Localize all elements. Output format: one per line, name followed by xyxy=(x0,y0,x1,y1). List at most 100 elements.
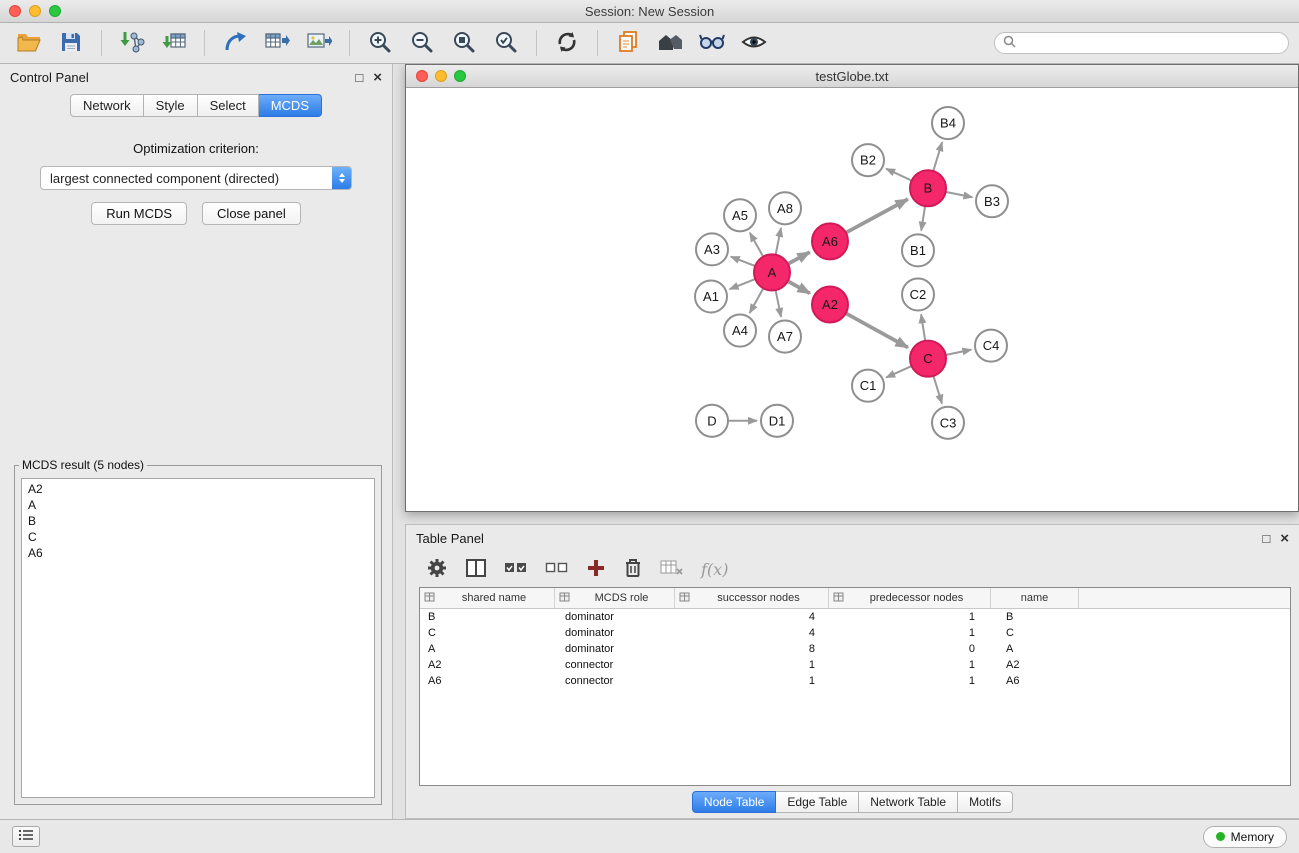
table-cell[interactable]: A xyxy=(420,643,555,655)
table-row[interactable]: A6connector11A6 xyxy=(420,673,1290,689)
result-item[interactable]: C xyxy=(28,529,368,545)
task-history-button[interactable] xyxy=(12,826,40,847)
close-table-panel-icon[interactable]: × xyxy=(1280,532,1289,545)
minimize-window-button[interactable] xyxy=(29,5,41,17)
column-header-shared-name[interactable]: shared name xyxy=(420,588,555,608)
node-A5[interactable]: A5 xyxy=(724,199,756,231)
close-window-button[interactable] xyxy=(9,5,21,17)
table-cell[interactable]: 4 xyxy=(675,611,829,623)
optimization-criterion-dropdown[interactable]: largest connected component (directed) xyxy=(40,166,352,190)
table-cell[interactable]: 1 xyxy=(829,659,991,671)
export-table-button[interactable] xyxy=(258,27,296,59)
table-cell[interactable]: 0 xyxy=(829,643,991,655)
table-cell[interactable]: dominator xyxy=(555,627,675,639)
node-B[interactable]: B xyxy=(910,170,946,206)
table-cell[interactable]: 1 xyxy=(829,675,991,687)
table-cell[interactable]: C xyxy=(991,627,1079,639)
edge-B-B2[interactable] xyxy=(886,169,912,181)
node-D1[interactable]: D1 xyxy=(761,405,793,437)
delete-table-button[interactable] xyxy=(660,559,684,580)
node-B3[interactable]: B3 xyxy=(976,185,1008,217)
table-cell[interactable]: A2 xyxy=(991,659,1079,671)
table-cell[interactable]: 8 xyxy=(675,643,829,655)
node-A4[interactable]: A4 xyxy=(724,315,756,347)
node-A2[interactable]: A2 xyxy=(812,286,848,322)
table-cell[interactable]: 4 xyxy=(675,627,829,639)
edge-C-C2[interactable] xyxy=(921,314,925,340)
open-session-button[interactable] xyxy=(10,27,48,59)
close-panel-icon[interactable]: × xyxy=(373,71,382,84)
table-cell[interactable]: dominator xyxy=(555,611,675,623)
minimize-network-window-button[interactable] xyxy=(435,70,447,82)
edge-A-A5[interactable] xyxy=(750,233,763,257)
result-item[interactable]: B xyxy=(28,513,368,529)
edge-A-A2[interactable] xyxy=(788,281,810,293)
zoom-network-window-button[interactable] xyxy=(454,70,466,82)
open-documents-button[interactable] xyxy=(609,27,647,59)
result-item[interactable]: A2 xyxy=(28,481,368,497)
import-table-button[interactable] xyxy=(155,27,193,59)
table-cell[interactable]: 1 xyxy=(829,627,991,639)
node-A6[interactable]: A6 xyxy=(812,223,848,259)
result-item[interactable]: A6 xyxy=(28,545,368,561)
tab-motifs[interactable]: Motifs xyxy=(958,791,1013,813)
table-row[interactable]: Bdominator41B xyxy=(420,609,1290,625)
apply-layout-button[interactable] xyxy=(548,27,586,59)
tab-node-table[interactable]: Node Table xyxy=(692,791,777,813)
tab-select[interactable]: Select xyxy=(198,94,259,117)
table-cell[interactable]: B xyxy=(420,611,555,623)
memory-button[interactable]: Memory xyxy=(1203,826,1287,848)
column-header-predecessor-nodes[interactable]: predecessor nodes xyxy=(829,588,991,608)
zoom-out-button[interactable] xyxy=(403,27,441,59)
float-panel-icon[interactable]: □ xyxy=(355,71,363,84)
edge-A6-B[interactable] xyxy=(846,199,908,233)
tab-network-table[interactable]: Network Table xyxy=(859,791,958,813)
edge-A2-C[interactable] xyxy=(846,313,908,347)
import-network-button[interactable] xyxy=(113,27,151,59)
table-row[interactable]: A2connector11A2 xyxy=(420,657,1290,673)
network-canvas[interactable]: B4B2BB3A5A8A6B1A3AA1A2C2A4A7C4CC1C3DD1 xyxy=(406,88,1298,511)
table-cell[interactable]: A xyxy=(991,643,1079,655)
table-cell[interactable]: C xyxy=(420,627,555,639)
column-header-successor-nodes[interactable]: successor nodes xyxy=(675,588,829,608)
export-image-button[interactable] xyxy=(300,27,338,59)
edge-C-C1[interactable] xyxy=(886,366,911,377)
tab-edge-table[interactable]: Edge Table xyxy=(776,791,859,813)
network-graph[interactable]: B4B2BB3A5A8A6B1A3AA1A2C2A4A7C4CC1C3DD1 xyxy=(406,88,1298,511)
node-C3[interactable]: C3 xyxy=(932,407,964,439)
show-hide-view-button[interactable] xyxy=(735,27,773,59)
zoom-selected-button[interactable] xyxy=(487,27,525,59)
table-settings-button[interactable] xyxy=(426,557,448,582)
tab-style[interactable]: Style xyxy=(144,94,198,117)
select-all-columns-button[interactable] xyxy=(504,560,528,579)
node-C[interactable]: C xyxy=(910,341,946,377)
zoom-fit-button[interactable] xyxy=(445,27,483,59)
close-network-window-button[interactable] xyxy=(416,70,428,82)
edge-A-A3[interactable] xyxy=(731,257,756,266)
edge-A-A4[interactable] xyxy=(750,288,764,313)
delete-column-button[interactable] xyxy=(623,557,643,582)
unselect-all-columns-button[interactable] xyxy=(545,560,569,579)
edge-A-A7[interactable] xyxy=(776,290,781,317)
dropdown-stepper-icon[interactable] xyxy=(332,167,351,189)
table-cell[interactable]: connector xyxy=(555,675,675,687)
node-C1[interactable]: C1 xyxy=(852,370,884,402)
float-table-panel-icon[interactable]: □ xyxy=(1262,532,1270,545)
edge-B-B4[interactable] xyxy=(933,142,942,171)
table-cell[interactable]: dominator xyxy=(555,643,675,655)
node-A8[interactable]: A8 xyxy=(769,192,801,224)
zoom-window-button[interactable] xyxy=(49,5,61,17)
result-item[interactable]: A xyxy=(28,497,368,513)
edge-A-A8[interactable] xyxy=(776,228,781,255)
node-A1[interactable]: A1 xyxy=(695,280,727,312)
node-C4[interactable]: C4 xyxy=(975,330,1007,362)
graphics-details-button[interactable] xyxy=(693,27,731,59)
edge-C-C3[interactable] xyxy=(933,376,942,404)
column-header-mcds-role[interactable]: MCDS role xyxy=(555,588,675,608)
zoom-in-button[interactable] xyxy=(361,27,399,59)
toolbar-search[interactable] xyxy=(994,32,1289,54)
function-builder-button[interactable]: f(x) xyxy=(701,560,728,579)
table-cell[interactable]: 1 xyxy=(675,659,829,671)
edge-B-B1[interactable] xyxy=(921,206,925,231)
table-row[interactable]: Adominator80A xyxy=(420,641,1290,657)
